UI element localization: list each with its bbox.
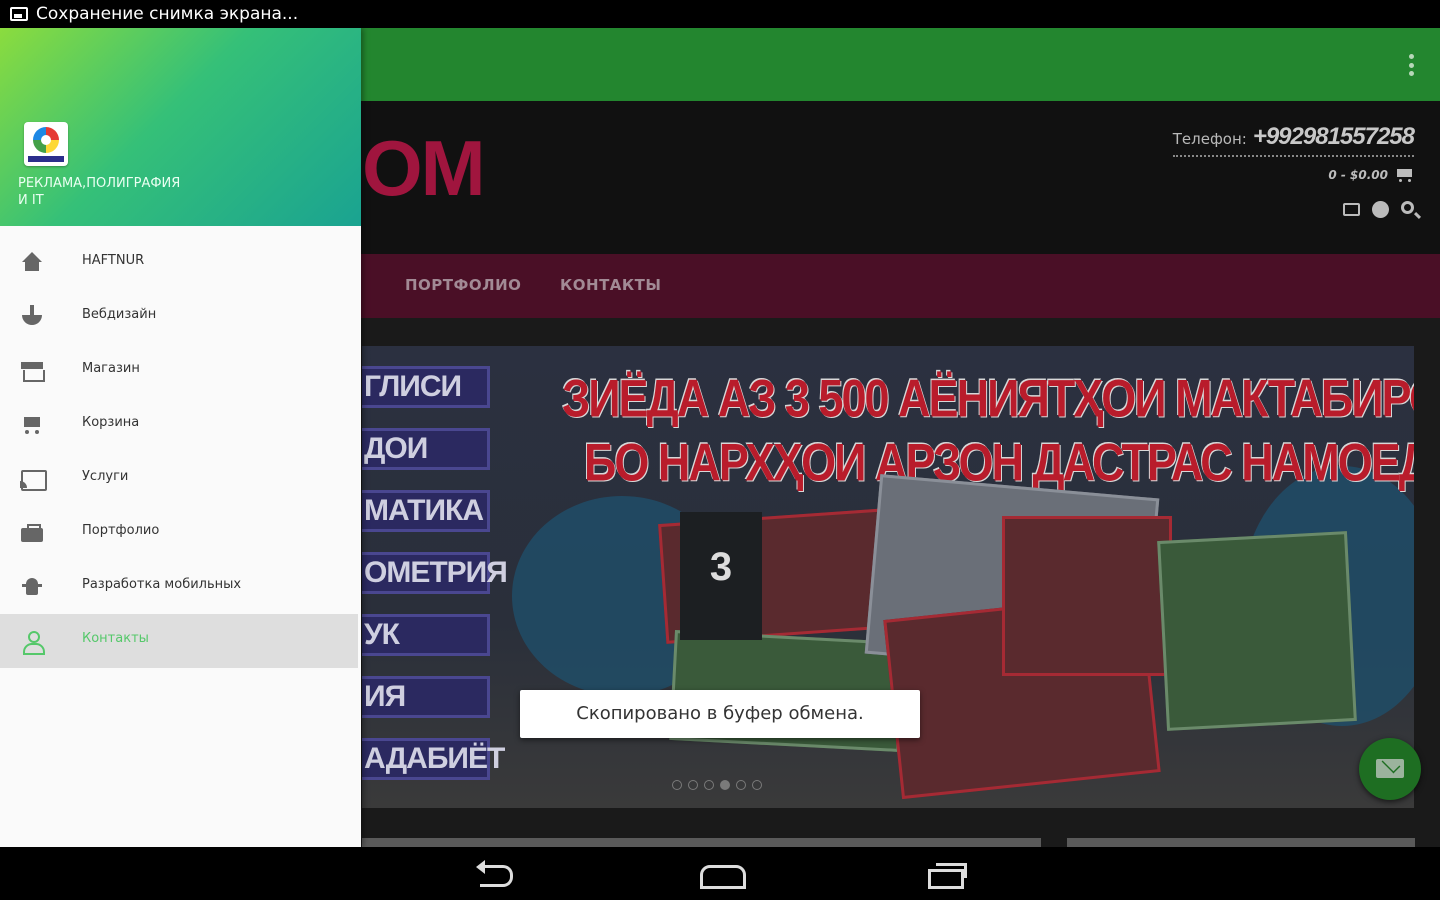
phone-label: Телефон:	[1172, 130, 1247, 148]
drawer-item-label: Разработка мобильных	[82, 577, 242, 592]
drawer-item-portfolio[interactable]: Портфолио	[0, 506, 358, 560]
drawer-header: РЕКЛАМА,ПОЛИГРАФИЯ И IT	[0, 28, 361, 226]
app-logo	[24, 122, 68, 166]
poster-image	[1002, 516, 1172, 676]
screen: Сохранение снимка экрана... ОМ Телефон: …	[0, 0, 1440, 900]
slider-dots[interactable]	[672, 780, 762, 790]
drawer-item-label: Портфолио	[82, 523, 160, 538]
subject-label: ГЛИСИ	[362, 366, 490, 408]
subject-label: УК	[362, 614, 490, 656]
mail-icon[interactable]	[1343, 203, 1360, 216]
home-icon	[20, 251, 44, 275]
drawer-title: РЕКЛАМА,ПОЛИГРАФИЯ И IT	[18, 176, 181, 208]
content-strip	[362, 838, 1041, 847]
drawer-item-label: Контакты	[82, 631, 149, 646]
cart-total: 0 - $0.00	[1328, 168, 1388, 182]
system-nav-bar	[0, 847, 1440, 900]
envelope-icon	[1376, 759, 1404, 778]
toast-message: Скопировано в буфер обмена.	[520, 690, 920, 738]
drawer-item-label: Магазин	[82, 361, 140, 376]
drawer-item-label: Корзина	[82, 415, 140, 430]
content-strip	[1067, 838, 1415, 847]
screenshot-icon	[10, 7, 28, 21]
nav-portfolio[interactable]: ПОРТФОЛИО	[405, 276, 521, 294]
site-logo[interactable]: ОМ	[362, 123, 486, 214]
drawer-item-services[interactable]: Услуги	[0, 452, 358, 506]
android-icon	[20, 575, 44, 599]
person-icon	[20, 629, 45, 655]
status-bar: Сохранение снимка экрана...	[0, 0, 1440, 28]
back-icon[interactable]	[474, 860, 518, 887]
drawer-item-contacts[interactable]: Контакты	[0, 614, 358, 668]
nav-contacts[interactable]: КОНТАКТЫ	[560, 276, 661, 294]
hero-banner[interactable]: ЗИЁДА АЗ 3 500 АЁНИЯТҲОИ МАКТАБИРО БО НА…	[362, 346, 1414, 808]
drawer-item-label: HAFTNUR	[82, 253, 145, 268]
banner-headline-1: ЗИЁДА АЗ 3 500 АЁНИЯТҲОИ МАКТАБИРО	[562, 368, 1414, 429]
subject-label: МАТИКА	[362, 490, 490, 532]
search-icon[interactable]	[1401, 201, 1414, 214]
drawer-item-store[interactable]: Магазин	[0, 344, 358, 398]
briefcase-icon	[20, 521, 44, 545]
overflow-menu-icon[interactable]	[1408, 54, 1414, 76]
recent-apps-icon[interactable]	[924, 861, 968, 889]
slide-number-card: 3	[680, 512, 762, 640]
message-fab[interactable]	[1359, 738, 1421, 800]
subject-label: ДОИ	[362, 428, 490, 470]
subject-label: ОМЕТРИЯ	[362, 552, 508, 594]
cast-icon	[20, 467, 47, 491]
facebook-icon[interactable]	[1372, 201, 1389, 218]
cart-icon	[20, 413, 44, 437]
drawer-item-cart[interactable]: Корзина	[0, 398, 358, 452]
cart-icon[interactable]	[1394, 167, 1414, 183]
phone-line[interactable]: Телефон: +992981557258	[1172, 123, 1415, 157]
drawer-item-webdesign[interactable]: Вебдизайн	[0, 290, 358, 344]
web-design-icon	[20, 305, 44, 329]
header-icons	[1343, 201, 1414, 218]
store-icon	[20, 359, 45, 383]
drawer-item-label: Вебдизайн	[82, 307, 157, 322]
drawer-item-label: Услуги	[82, 469, 129, 484]
navigation-drawer[interactable]: РЕКЛАМА,ПОЛИГРАФИЯ И IT HAFTNUR Вебдизай…	[0, 28, 361, 847]
drawer-item-haftnur[interactable]: HAFTNUR	[0, 236, 358, 290]
status-bar-text: Сохранение снимка экрана...	[36, 4, 299, 24]
home-button-icon[interactable]	[698, 861, 746, 889]
drawer-item-mobile-dev[interactable]: Разработка мобильных	[0, 560, 358, 614]
poster-image	[1157, 531, 1357, 731]
subject-label: ИЯ	[362, 676, 490, 718]
header-cart[interactable]: 0 - $0.00	[1328, 167, 1414, 183]
subject-label: АДАБИЁТ	[362, 738, 505, 780]
phone-number[interactable]: +992981557258	[1253, 123, 1415, 151]
drawer-menu: HAFTNUR Вебдизайн Магазин Корзина Услуги…	[0, 236, 361, 668]
